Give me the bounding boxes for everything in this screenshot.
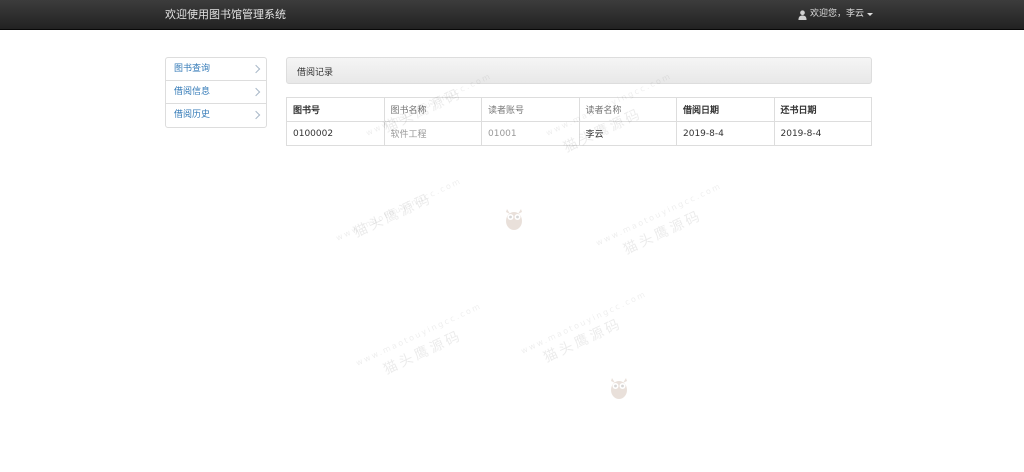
chevron-right-icon [251, 87, 261, 97]
watermark-text: 猫头鹰源码 [381, 327, 465, 379]
watermark-owl-icon [506, 209, 522, 230]
cell-borrow-date: 2019-8-4 [676, 121, 775, 146]
sidebar-menu: 图书查询 借阅信息 借阅历史 [165, 57, 267, 128]
borrow-records-table-wrap: 图书号 图书名称 读者账号 读者名称 借阅日期 还书日期 0100002 软件工… [286, 97, 872, 146]
watermark-text: 猫头鹰源码 [351, 190, 435, 242]
sidebar-item-label: 借阅信息 [174, 87, 211, 97]
cell-reader-name: 李云 [578, 121, 677, 146]
panel-heading: 借阅记录 [286, 57, 872, 84]
caret-down-icon [867, 13, 873, 16]
watermark-url: www.maotouyingcc.com [594, 181, 724, 248]
sidebar-item-book-search[interactable]: 图书查询 [166, 58, 266, 81]
header-borrow-date: 借阅日期 [676, 97, 775, 122]
watermark-url: www.maotouyingcc.com [519, 289, 649, 356]
sidebar-item-label: 图书查询 [174, 64, 211, 74]
table-row: 0100002 软件工程 01001 李云 2019-8-4 2019-8-4 [286, 121, 872, 146]
cell-return-date: 2019-8-4 [773, 121, 872, 146]
panel-title: 借阅记录 [297, 68, 334, 78]
watermark-text: 猫头鹰源码 [621, 207, 705, 259]
sidebar-item-borrow-info[interactable]: 借阅信息 [166, 81, 266, 104]
header-book-name: 图书名称 [383, 97, 482, 122]
watermark-url: www.maotouyingcc.com [354, 301, 484, 368]
user-greeting: 欢迎您，李云 [809, 9, 864, 19]
header-reader-name: 读者名称 [578, 97, 677, 122]
header-book-id: 图书号 [286, 97, 385, 122]
header-return-date: 还书日期 [773, 97, 872, 122]
cell-book-name: 软件工程 [383, 121, 482, 146]
cell-reader-account: 01001 [481, 121, 580, 146]
borrow-records-table: 图书号 图书名称 读者账号 读者名称 借阅日期 还书日期 0100002 软件工… [286, 97, 872, 146]
sidebar-item-borrow-history[interactable]: 借阅历史 [166, 104, 266, 127]
header-reader-account: 读者账号 [481, 97, 580, 122]
brand-title[interactable]: 欢迎使用图书馆管理系统 [165, 8, 286, 22]
watermark-url: www.maotouyingcc.com [334, 176, 464, 243]
user-menu-dropdown[interactable]: 欢迎您，李云 [798, 8, 873, 21]
chevron-right-icon [251, 110, 261, 120]
cell-book-id: 0100002 [286, 121, 385, 146]
sidebar-item-label: 借阅历史 [174, 110, 211, 120]
watermark-owl-icon [611, 378, 627, 399]
top-navbar: 欢迎使用图书馆管理系统 欢迎您，李云 [0, 0, 1024, 30]
table-header-row: 图书号 图书名称 读者账号 读者名称 借阅日期 还书日期 [286, 97, 872, 122]
user-icon [798, 9, 807, 20]
chevron-right-icon [251, 64, 261, 74]
watermark-text: 猫头鹰源码 [541, 315, 625, 367]
